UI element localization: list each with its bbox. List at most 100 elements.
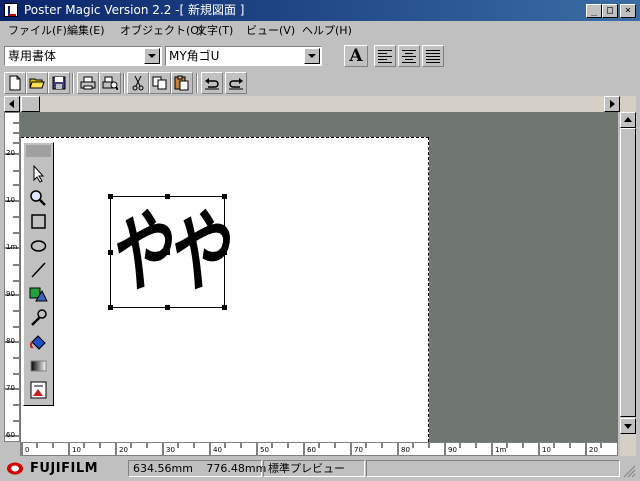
scroll-left-button[interactable] [4,96,20,112]
undo-button[interactable] [201,72,223,94]
ruler-label: 10 [72,446,81,454]
shape-fill-tool[interactable] [27,283,50,305]
close-button[interactable]: × [620,4,636,18]
ruler-label: 1m [6,243,18,251]
bold-button[interactable]: A [344,45,368,67]
status-mode: 標準プレビュー [268,462,345,475]
ruler-label: 20 [6,149,15,157]
menu-help[interactable]: ヘルプ(H) [302,23,352,38]
save-button[interactable] [48,72,70,94]
app-icon[interactable] [4,3,18,17]
menu-view[interactable]: ビュー(V) [246,23,295,38]
top-scrollbar[interactable] [4,96,636,112]
printer-icon [80,76,96,90]
scroll-thumb[interactable] [620,128,636,417]
status-mode-pane: 標準プレビュー [263,460,365,477]
brand-name: FUJIFILM [30,461,99,476]
arrow-pointer-icon [33,164,45,183]
image-icon [30,381,47,399]
wrench-tool[interactable] [27,307,50,329]
floppy-disk-icon [52,76,66,90]
menu-edit[interactable]: 編集(E) [67,23,105,38]
toolbar-separator [196,73,198,93]
redo-button[interactable] [225,72,247,94]
align-left-icon [378,50,392,63]
selection-handle[interactable] [222,194,227,199]
resize-grip-icon[interactable] [622,464,636,478]
scissors-icon [132,75,144,91]
scroll-right-button[interactable] [604,96,620,112]
fujifilm-logo-icon [6,461,24,476]
ellipse-tool[interactable] [27,235,50,257]
tool-palette-titlebar[interactable] [26,145,51,157]
select-tool[interactable] [27,163,50,185]
selection-handle[interactable] [222,305,227,310]
selection-handle[interactable] [108,250,113,255]
print-preview-icon [102,76,119,91]
horizontal-ruler: 0 10 20 30 40 50 60 70 80 90 1m 10 20 [20,442,618,456]
wrench-icon [31,309,47,326]
new-file-button[interactable] [4,72,26,94]
align-left-button[interactable] [374,45,396,67]
arrow-up-icon [624,117,632,122]
gradient-tool[interactable] [27,355,50,377]
ellipse-icon [30,240,47,252]
paint-bucket-icon [29,335,46,350]
selection-handle[interactable] [108,305,113,310]
selection-handle[interactable] [108,194,113,199]
arrow-left-icon [9,100,14,108]
magnifier-icon [30,190,46,206]
menu-text[interactable]: 文字(T) [196,23,233,38]
selection-handle[interactable] [222,250,227,255]
print-button[interactable] [77,72,99,94]
zoom-tool[interactable] [27,187,50,209]
paste-button[interactable] [171,72,193,94]
align-justify-button[interactable] [422,45,444,67]
print-preview-button[interactable] [99,72,121,94]
typeface-select[interactable]: 専用書体 [4,46,162,66]
typeface-value: 専用書体 [8,49,57,63]
right-scrollbar[interactable] [620,112,636,456]
cut-button[interactable] [127,72,149,94]
copy-button[interactable] [149,72,171,94]
image-tool[interactable] [27,379,50,401]
scroll-down-button[interactable] [620,418,636,434]
scroll-up-button[interactable] [620,112,636,128]
font-select[interactable]: MY角ゴU [165,46,322,66]
align-center-button[interactable] [398,45,420,67]
copy-icon [152,76,167,90]
status-message-pane [366,460,620,477]
chevron-down-icon[interactable] [144,48,160,64]
line-tool[interactable] [27,259,50,281]
ruler-label: 80 [6,337,15,345]
menu-file[interactable]: ファイル(F) [8,23,67,38]
selection-center-handle[interactable] [165,250,170,255]
undo-icon [205,78,219,90]
ruler-label: 0 [25,446,30,454]
open-file-button[interactable] [26,72,48,94]
font-value: MY角ゴU [169,49,220,63]
minimize-button[interactable]: _ [586,4,602,18]
status-height: 776.48mm [206,462,267,475]
toolbar-separator [72,73,74,93]
ruler-label: 40 [213,446,222,454]
text-glyph: や [107,199,182,304]
align-center-icon [402,50,416,63]
ruler-label: 80 [401,446,410,454]
status-bar: FUJIFILM 634.56mm 776.48mm 標準プレビュー [0,458,640,480]
scroll-thumb[interactable] [21,96,40,112]
rectangle-tool[interactable] [27,211,50,233]
ruler-label: 20 [589,446,598,454]
tool-palette [23,142,54,406]
status-pane: 634.56mm 776.48mm [128,460,266,477]
shapes-icon [29,287,48,302]
selection-handle[interactable] [165,305,170,310]
paint-bucket-tool[interactable] [27,331,50,353]
menu-object[interactable]: オブジェクト(O) [120,23,203,38]
selection-handle[interactable] [165,194,170,199]
ruler-label: 70 [6,384,15,392]
new-file-icon [9,75,21,91]
chevron-down-icon[interactable] [304,48,320,64]
maximize-button[interactable]: □ [602,4,618,18]
arrow-right-icon [610,100,615,108]
